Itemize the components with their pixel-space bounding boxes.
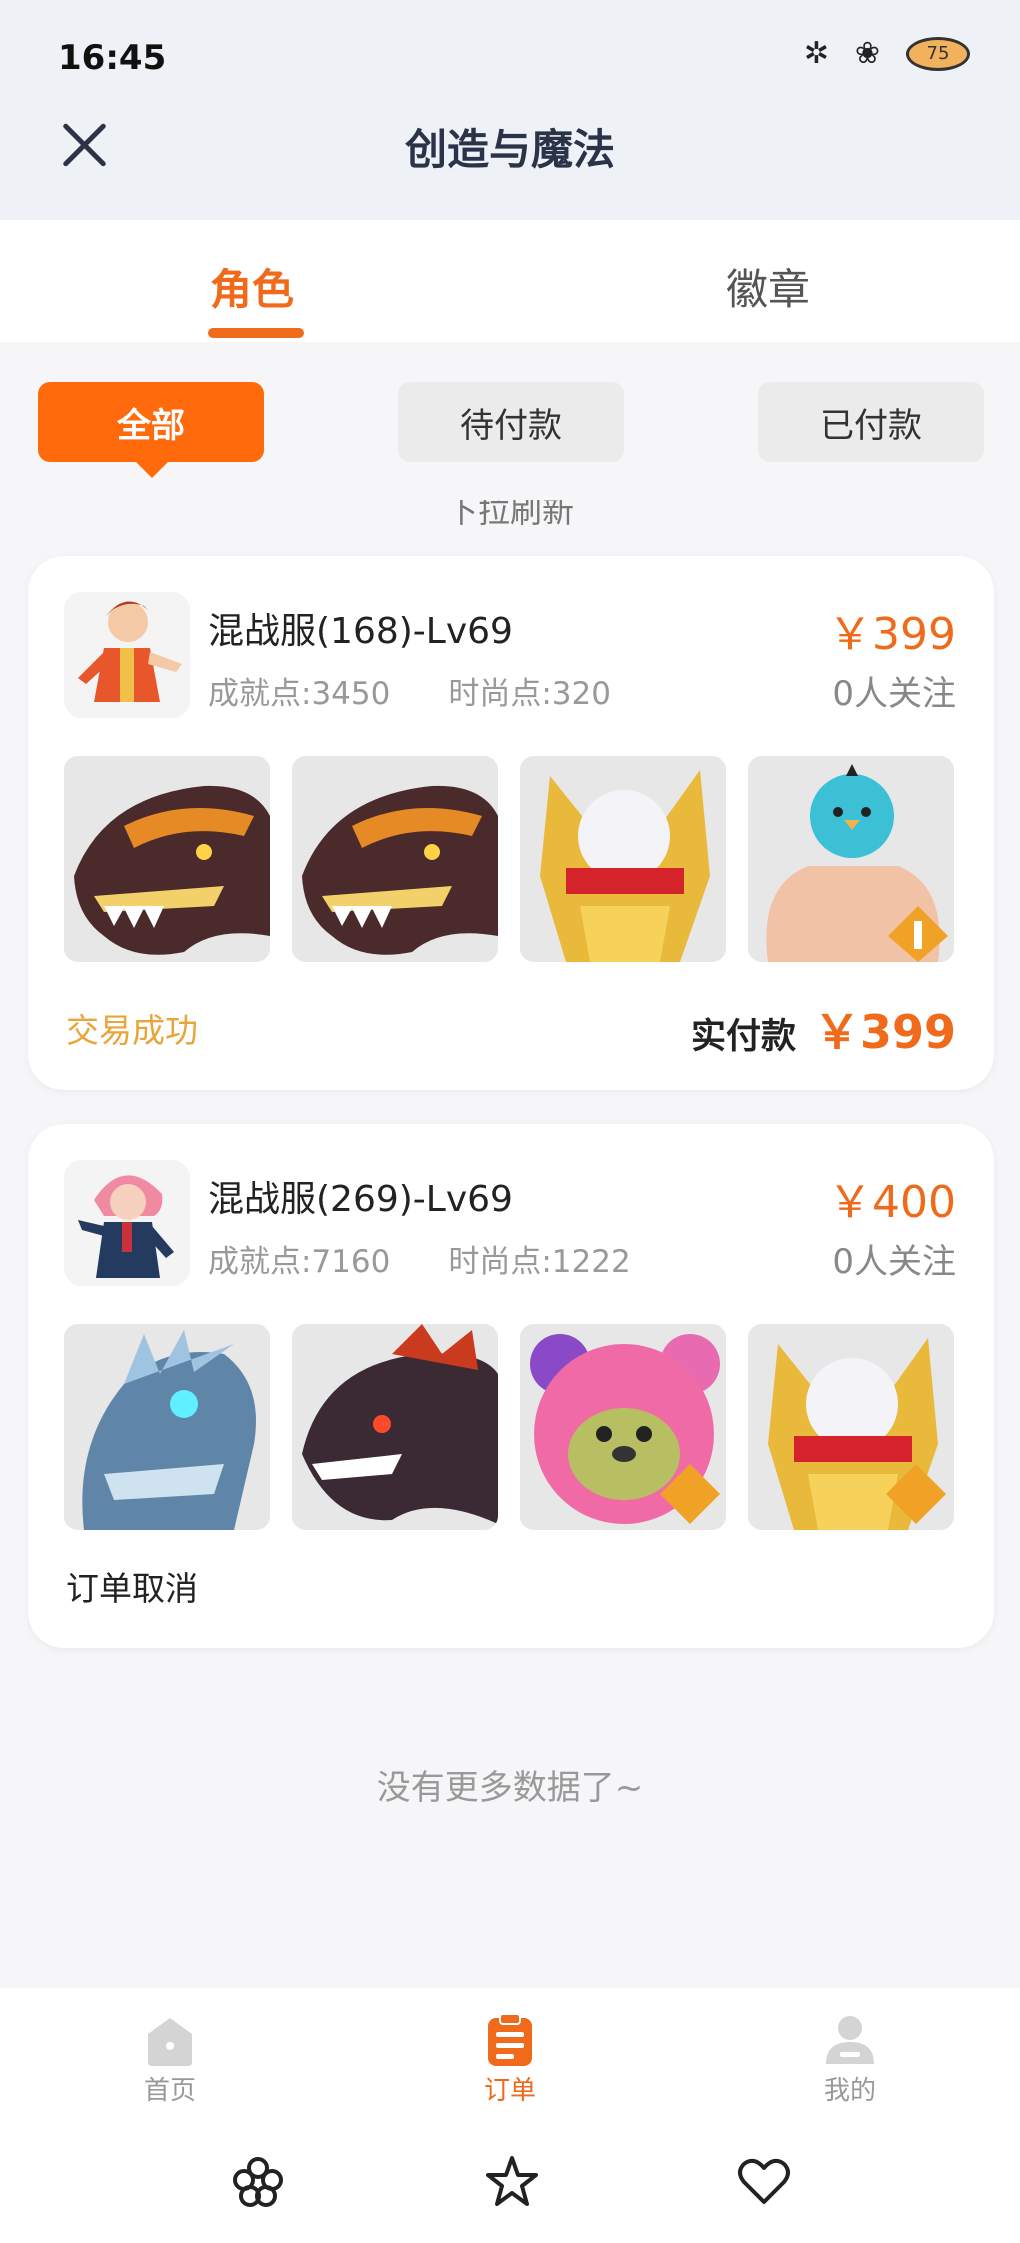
nav-profile-label: 我的 bbox=[823, 2076, 876, 2106]
item-thumbnails bbox=[64, 756, 954, 962]
dragon-head-thumbnail[interactable] bbox=[292, 756, 498, 962]
user-icon bbox=[826, 2016, 874, 2064]
character-avatar bbox=[64, 1160, 190, 1286]
pink-bear-thumbnail[interactable] bbox=[520, 1324, 726, 1530]
follower-count: 0人关注 bbox=[832, 1242, 956, 1282]
achievement-points: 成就点:3450 bbox=[208, 676, 391, 712]
golden-helmet-thumbnail[interactable] bbox=[520, 756, 726, 962]
clipboard-icon bbox=[488, 2013, 532, 2066]
status-time: 16:45 bbox=[58, 38, 167, 78]
order-price: ￥399 bbox=[828, 609, 956, 660]
follower-count: 0人关注 bbox=[832, 674, 956, 714]
item-thumbnails bbox=[64, 1324, 954, 1530]
order-card[interactable]: 混战服(168)-Lv69 成就点:3450 时尚点:320 ￥399 0人关注 bbox=[28, 556, 994, 1090]
home-icon bbox=[148, 2018, 192, 2066]
filter-pending-payment[interactable]: 待付款 bbox=[398, 382, 624, 462]
achievement-points: 成就点:7160 bbox=[208, 1244, 391, 1280]
fire-dragon-thumbnail[interactable] bbox=[292, 1324, 498, 1530]
page-title: 创造与魔法 bbox=[404, 125, 615, 174]
order-status: 交易成功 bbox=[66, 1011, 198, 1050]
filter-all[interactable]: 全部 bbox=[38, 382, 264, 478]
server-level-title: 混战服(269)-Lv69 bbox=[208, 1179, 513, 1220]
fashion-points: 时尚点:320 bbox=[448, 676, 611, 712]
tab-bar: 角色 徽章 bbox=[0, 220, 1020, 342]
nav-orders-label: 订单 bbox=[483, 2076, 536, 2106]
battery-icon: 75 bbox=[906, 36, 970, 71]
paid-label: 实付款 bbox=[690, 1017, 796, 1057]
bottom-navigation: 首页 订单 我的 bbox=[0, 1988, 1020, 2243]
filter-bar: 全部 待付款 已付款 bbox=[0, 342, 1020, 502]
order-card[interactable]: 混战服(269)-Lv69 成就点:7160 时尚点:1222 ￥400 0人关… bbox=[28, 1124, 994, 1648]
ice-dragon-thumbnail[interactable] bbox=[64, 1324, 270, 1530]
no-more-data-text: 没有更多数据了~ bbox=[376, 1768, 644, 1808]
blue-bird-mount-thumbnail[interactable] bbox=[748, 756, 954, 962]
header-bar: 16:45 ✲ ❀ 75 创造与魔法 bbox=[0, 0, 1020, 220]
flower-icon[interactable] bbox=[228, 2152, 288, 2212]
tab-indicator bbox=[208, 328, 304, 338]
wifi-icon: ❀ bbox=[854, 36, 880, 71]
paid-amount-row: 实付款 ￥399 bbox=[691, 996, 956, 1062]
dragon-head-thumbnail[interactable] bbox=[64, 756, 270, 962]
nav-profile[interactable]: 我的 bbox=[770, 2012, 930, 2107]
heart-icon[interactable] bbox=[734, 2152, 794, 2212]
signal-icon: ✲ bbox=[803, 36, 829, 71]
fashion-points: 时尚点:1222 bbox=[448, 1244, 631, 1280]
star-icon[interactable] bbox=[482, 2152, 542, 2212]
status-icons: ✲ ❀ 75 bbox=[804, 36, 970, 71]
tab-characters[interactable]: 角色 bbox=[210, 256, 294, 317]
nav-orders[interactable]: 订单 bbox=[430, 2012, 590, 2107]
nav-home[interactable]: 首页 bbox=[90, 2012, 250, 2107]
card-points: 成就点:3450 时尚点:320 bbox=[208, 668, 611, 713]
order-price: ￥400 bbox=[828, 1177, 956, 1228]
paid-value: ￥399 bbox=[813, 1005, 956, 1059]
filter-paid[interactable]: 已付款 bbox=[758, 382, 984, 462]
server-level-title: 混战服(168)-Lv69 bbox=[208, 611, 513, 652]
pull-to-refresh-hint: 下拉刷新 bbox=[445, 500, 574, 528]
card-points: 成就点:7160 时尚点:1222 bbox=[208, 1236, 631, 1281]
character-avatar bbox=[64, 592, 190, 718]
golden-helmet-thumbnail[interactable] bbox=[748, 1324, 954, 1530]
tab-badges[interactable]: 徽章 bbox=[726, 256, 810, 317]
nav-home-label: 首页 bbox=[143, 2076, 196, 2106]
order-status: 订单取消 bbox=[66, 1569, 198, 1608]
